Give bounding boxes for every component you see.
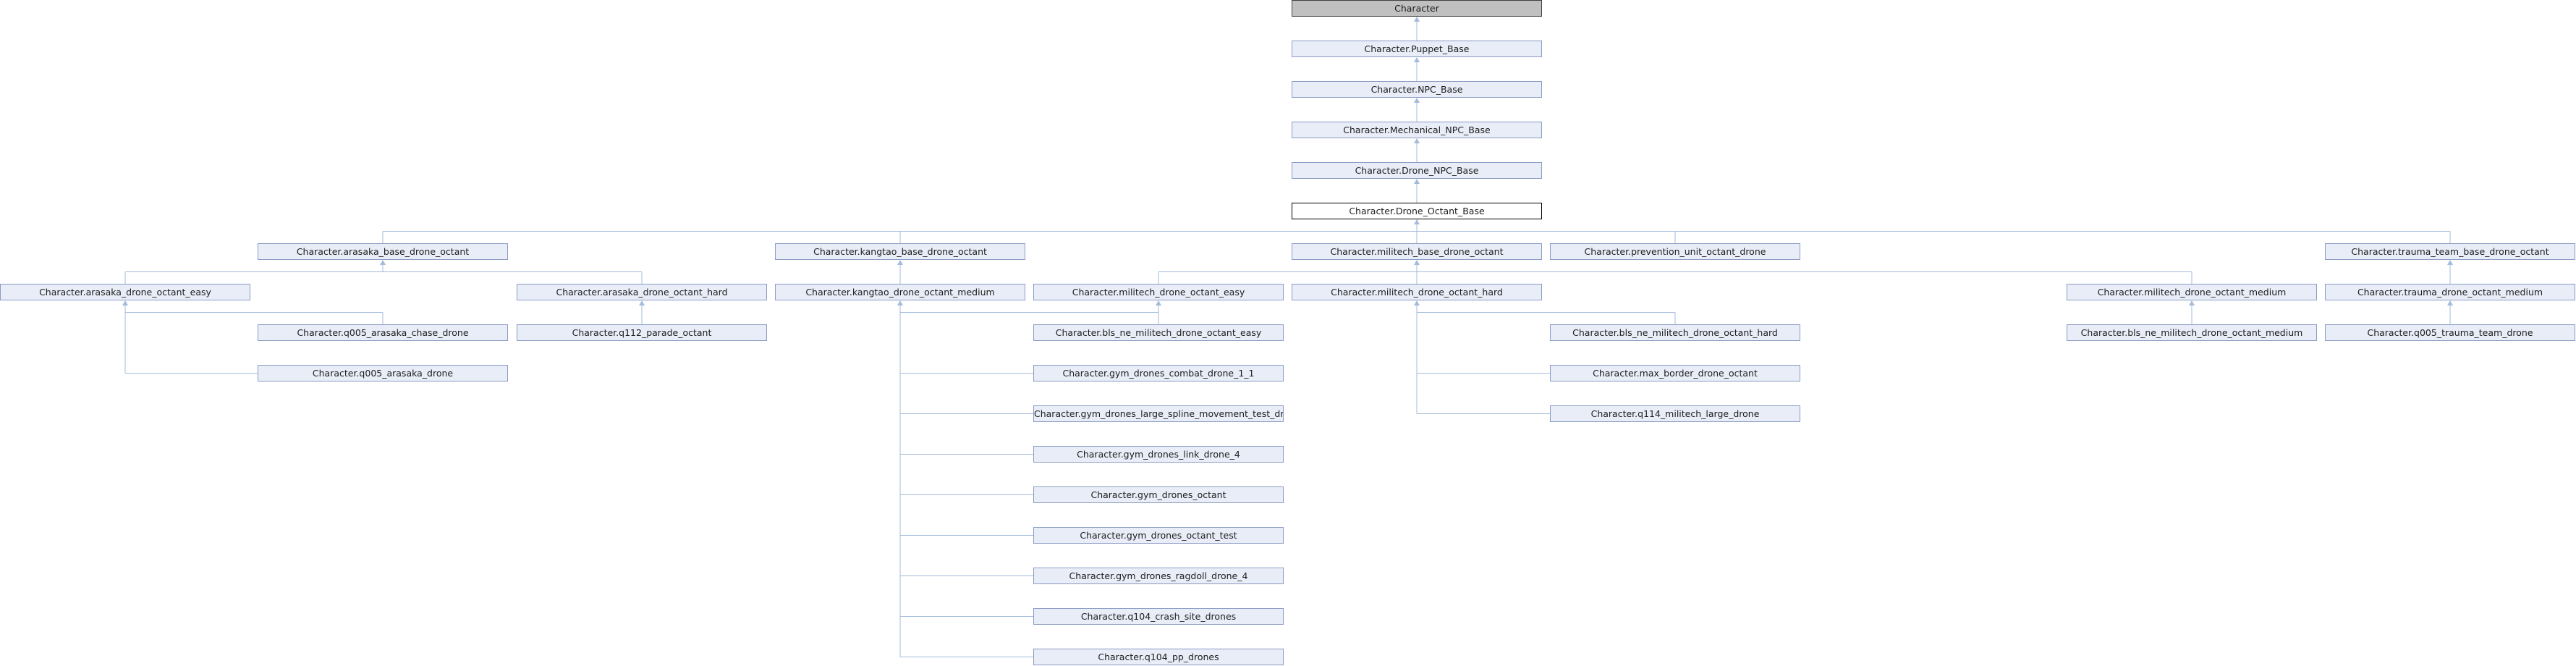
class-node-bls-ne-militech-drone-octant-hard[interactable]: Character.bls_ne_militech_drone_octant_h… xyxy=(1550,324,1800,341)
edge-arrow-militech_drone_octant_hard xyxy=(1414,300,1420,305)
class-node-gym-drones-octant[interactable]: Character.gym_drones_octant xyxy=(1033,486,1284,503)
class-node-drone-npc-base[interactable]: Character.Drone_NPC_Base xyxy=(1292,162,1542,179)
class-node-trauma-drone-octant-medium[interactable]: Character.trauma_drone_octant_medium xyxy=(2325,284,2575,300)
class-node-bls-ne-militech-drone-octant-easy[interactable]: Character.bls_ne_militech_drone_octant_e… xyxy=(1033,324,1284,341)
class-node-q112-parade-octant[interactable]: Character.q112_parade_octant xyxy=(517,324,767,341)
edge-arrow-militech_drone_octant_easy xyxy=(1156,300,1161,305)
edge-arrow-arasaka_drone_octant_hard xyxy=(639,300,645,305)
class-node-max-border-drone-octant[interactable]: Character.max_border_drone_octant xyxy=(1550,365,1800,382)
class-node-kangtao-base-drone-octant[interactable]: Character.kangtao_base_drone_octant xyxy=(775,243,1025,260)
class-node-q104-crash-site-drones[interactable]: Character.q104_crash_site_drones xyxy=(1033,608,1284,625)
class-node-arasaka-base-drone-octant[interactable]: Character.arasaka_base_drone_octant xyxy=(258,243,508,260)
class-node-mechanical-npc-base[interactable]: Character.Mechanical_NPC_Base xyxy=(1292,122,1542,138)
class-node-q005-arasaka-drone[interactable]: Character.q005_arasaka_drone xyxy=(258,365,508,382)
edge-arrow-trauma_drone_octant_medium xyxy=(2447,300,2453,305)
edge-arrow-kangtao_drone_octant_medium xyxy=(897,300,903,305)
class-node-drone-octant-base: Character.Drone_Octant_Base xyxy=(1292,203,1542,219)
edge-arrow-drone_npc_base xyxy=(1414,179,1420,184)
class-node-gym-drones-large-spline-movement-test-drone[interactable]: Character.gym_drones_large_spline_moveme… xyxy=(1033,405,1284,422)
class-node-militech-drone-octant-hard[interactable]: Character.militech_drone_octant_hard xyxy=(1292,284,1542,300)
class-node-puppet-base[interactable]: Character.Puppet_Base xyxy=(1292,41,1542,57)
class-node-q005-trauma-team-drone[interactable]: Character.q005_trauma_team_drone xyxy=(2325,324,2575,341)
edge-arrow-kangtao_base_drone_octant xyxy=(897,260,903,265)
edge-arrow-trauma_team_base_drone_octant xyxy=(2447,260,2453,265)
edge-arrow-arasaka_drone_octant_easy xyxy=(122,300,128,305)
class-node-kangtao-drone-octant-medium[interactable]: Character.kangtao_drone_octant_medium xyxy=(775,284,1025,300)
class-node-gym-drones-link-drone-4[interactable]: Character.gym_drones_link_drone_4 xyxy=(1033,446,1284,463)
class-node-character[interactable]: Character xyxy=(1292,0,1542,17)
edge-arrow-militech_base_drone_octant xyxy=(1414,260,1420,265)
edge-arrow-mechanical_npc_base xyxy=(1414,138,1420,143)
class-node-militech-drone-octant-easy[interactable]: Character.militech_drone_octant_easy xyxy=(1033,284,1284,300)
class-node-arasaka-drone-octant-easy[interactable]: Character.arasaka_drone_octant_easy xyxy=(0,284,250,300)
edge-arrow-drone_octant_base xyxy=(1414,219,1420,224)
class-node-prevention-unit-octant-drone[interactable]: Character.prevention_unit_octant_drone xyxy=(1550,243,1800,260)
class-node-bls-ne-militech-drone-octant-medium[interactable]: Character.bls_ne_militech_drone_octant_m… xyxy=(2067,324,2317,341)
class-node-militech-drone-octant-medium[interactable]: Character.militech_drone_octant_medium xyxy=(2067,284,2317,300)
class-node-gym-drones-combat-drone-1-1[interactable]: Character.gym_drones_combat_drone_1_1 xyxy=(1033,365,1284,382)
class-node-q005-arasaka-chase-drone[interactable]: Character.q005_arasaka_chase_drone xyxy=(258,324,508,341)
class-node-q104-pp-drones[interactable]: Character.q104_pp_drones xyxy=(1033,649,1284,665)
edge-arrow-character xyxy=(1414,17,1420,22)
class-node-arasaka-drone-octant-hard[interactable]: Character.arasaka_drone_octant_hard xyxy=(517,284,767,300)
class-node-npc-base[interactable]: Character.NPC_Base xyxy=(1292,81,1542,98)
class-node-gym-drones-ragdoll-drone-4[interactable]: Character.gym_drones_ragdoll_drone_4 xyxy=(1033,568,1284,584)
edge-arrow-puppet_base xyxy=(1414,57,1420,62)
edge-arrow-npc_base xyxy=(1414,98,1420,103)
edge-arrow-arasaka_base_drone_octant xyxy=(380,260,386,265)
class-node-gym-drones-octant-test[interactable]: Character.gym_drones_octant_test xyxy=(1033,527,1284,544)
class-node-trauma-team-base-drone-octant[interactable]: Character.trauma_team_base_drone_octant xyxy=(2325,243,2575,260)
class-node-q114-militech-large-drone[interactable]: Character.q114_militech_large_drone xyxy=(1550,405,1800,422)
class-node-militech-base-drone-octant[interactable]: Character.militech_base_drone_octant xyxy=(1292,243,1542,260)
edge-arrow-militech_drone_octant_medium xyxy=(2189,300,2195,305)
